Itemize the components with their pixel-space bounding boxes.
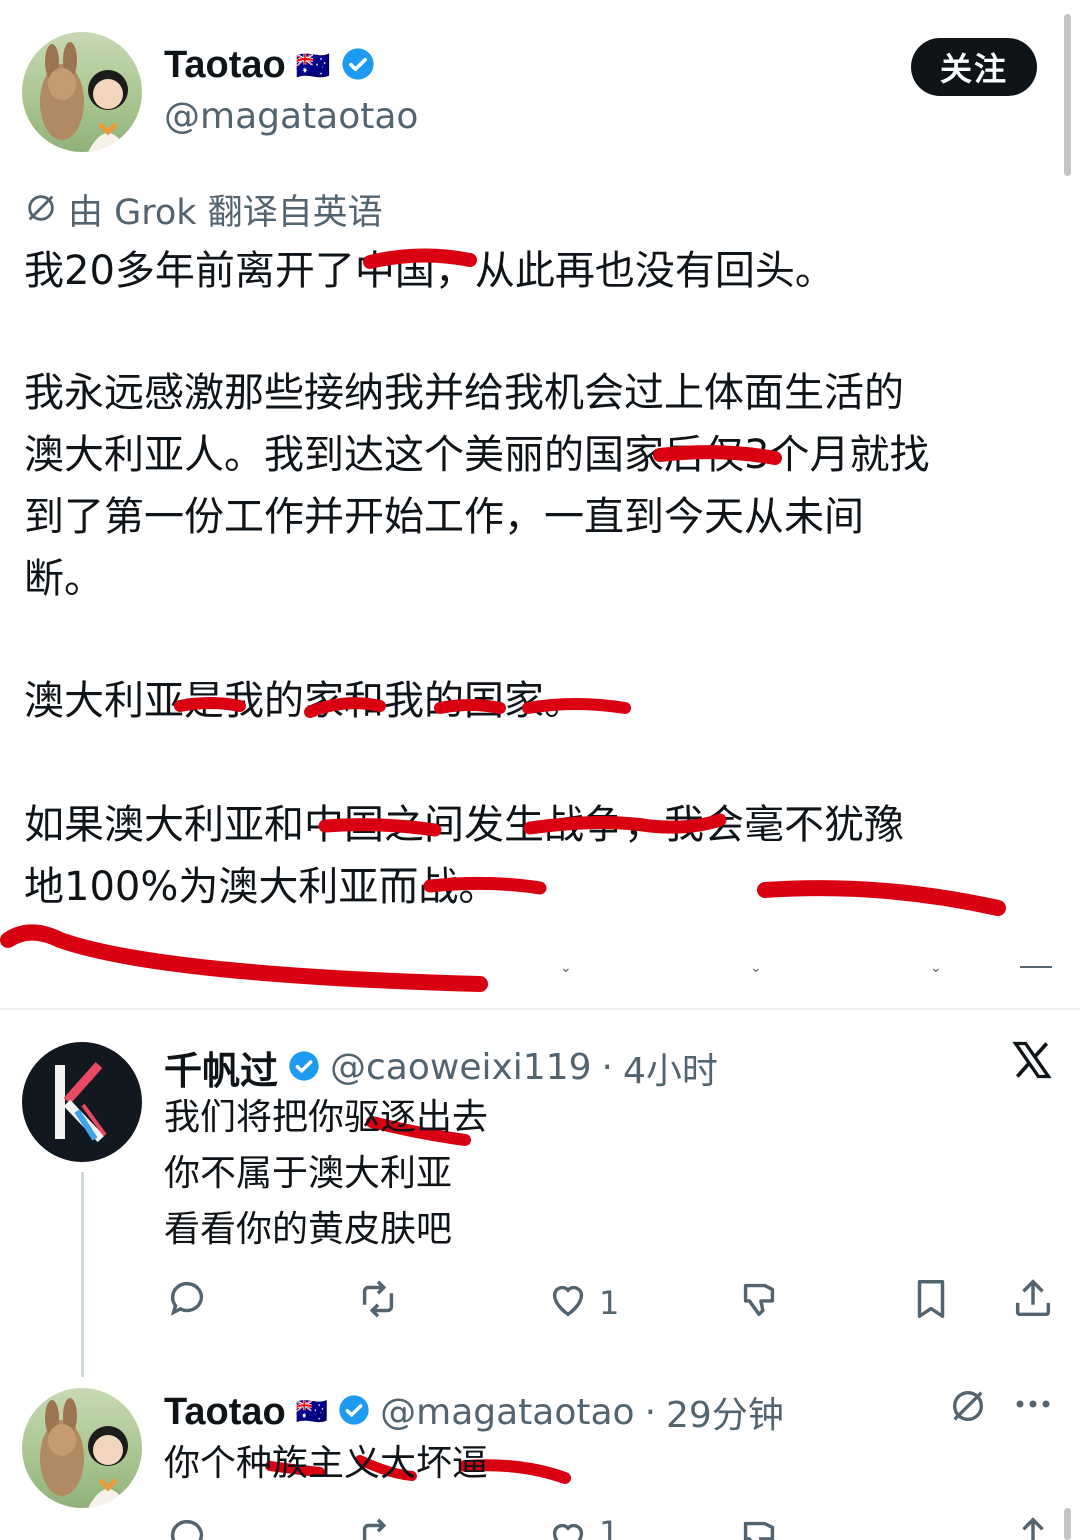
reply1-text: 我们将把你驱逐出去 你不属于澳大利亚 看看你的黄皮肤吧 <box>164 1097 489 1250</box>
reply2-time[interactable]: 29分钟 <box>666 1386 784 1438</box>
reply1-handle[interactable]: @caoweixi119 <box>330 1047 592 1088</box>
reply2-actions: 1 <box>164 1514 1064 1540</box>
reply-icon <box>170 1519 204 1540</box>
bookmark-button[interactable] <box>908 1276 954 1330</box>
retweet-icon <box>355 1276 401 1330</box>
reply1-avatar[interactable] <box>22 1042 142 1162</box>
dislike-button[interactable] <box>736 1276 782 1330</box>
like-count: 1 <box>599 1284 620 1322</box>
flag-emoji: 🇦🇺 <box>295 1397 329 1427</box>
reply2-text: 你个种族主义大坏逼 <box>164 1443 489 1484</box>
verified-badge-icon <box>338 1394 370 1430</box>
dislike-icon <box>743 1521 775 1540</box>
dislike-icon <box>736 1276 782 1330</box>
like-icon <box>545 1276 591 1330</box>
reply-icon <box>164 1276 210 1330</box>
verified-badge-icon <box>288 1050 320 1086</box>
scrollbar-lower[interactable] <box>1064 1508 1071 1540</box>
share-button[interactable] <box>1010 1276 1056 1330</box>
like-icon <box>552 1523 584 1540</box>
reply2-name[interactable]: Taotao <box>164 1391 286 1434</box>
reply-button[interactable] <box>164 1276 210 1330</box>
share-icon <box>1010 1276 1056 1330</box>
reply1-time[interactable]: 4小时 <box>623 1042 718 1094</box>
more-icon[interactable] <box>1012 1394 1054 1418</box>
translate-icon[interactable] <box>948 1386 988 1430</box>
scrollbar[interactable] <box>1064 14 1071 176</box>
retweet-button[interactable] <box>355 1276 401 1330</box>
reply2-handle[interactable]: @magataotao <box>380 1392 634 1433</box>
like-button[interactable]: 1 <box>545 1276 619 1330</box>
x-logo-icon <box>1010 1038 1054 1086</box>
reply2-avatar[interactable] <box>22 1388 142 1508</box>
divider <box>0 1008 1080 1010</box>
reply1-name[interactable]: 千帆过 <box>164 1040 278 1095</box>
retweet-icon <box>362 1518 387 1540</box>
bookmark-icon <box>908 1276 954 1330</box>
thread-line <box>81 1172 84 1377</box>
reply2-like-count: 1 <box>599 1514 620 1540</box>
share-icon <box>1022 1517 1044 1540</box>
main-tweet-actions-partial: ⌄ ⌄ ⌄ <box>560 960 1060 976</box>
